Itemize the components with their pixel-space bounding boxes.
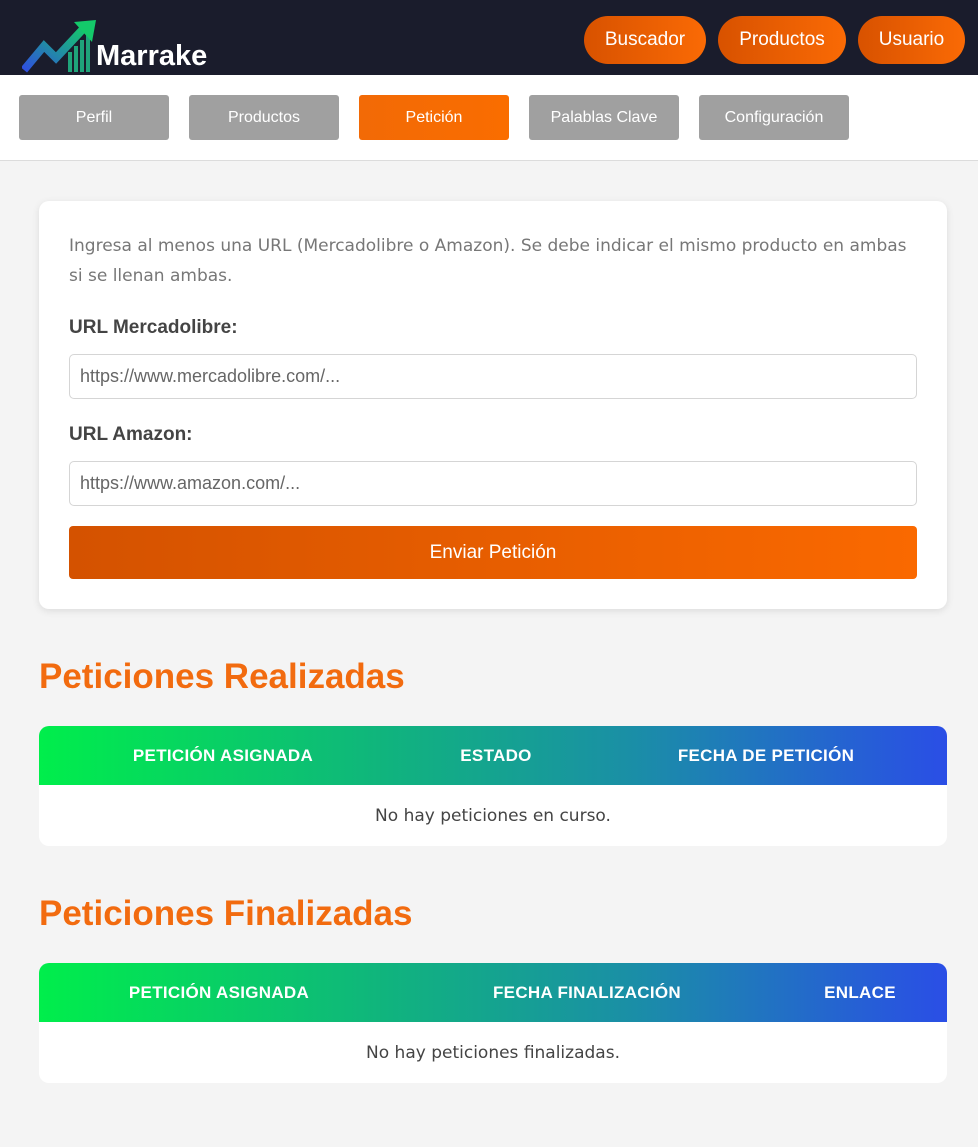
finished-requests-table: PETICIÓN ASIGNADA FECHA FINALIZACIÓN ENL… [39,963,947,1083]
section-tabs: Perfil Productos Petición Palablas Clave… [0,75,978,161]
tab-palabras-clave[interactable]: Palablas Clave [529,95,679,140]
mercadolibre-url-label: URL Mercadolibre: [69,317,238,338]
requests-in-progress-title: Peticiones Realizadas [39,657,405,696]
column-header-fecha-finalizacion: FECHA FINALIZACIÓN [493,982,681,1002]
amazon-url-input[interactable] [69,461,917,506]
requests-in-progress-table: PETICIÓN ASIGNADA ESTADO FECHA DE PETICI… [39,726,947,846]
nav-productos-button[interactable]: Productos [718,16,846,64]
column-header-peticion-asignada: PETICIÓN ASIGNADA [132,745,314,765]
tab-configuracion[interactable]: Configuración [699,95,849,140]
table-header: PETICIÓN ASIGNADA ESTADO FECHA DE PETICI… [39,726,947,785]
brand-name: Marrake [96,40,208,72]
empty-state-message: No hay peticiones finalizadas. [366,1042,620,1063]
column-header-enlace: ENLACE [824,982,896,1002]
tab-perfil[interactable]: Perfil [19,95,169,140]
request-form-card: Ingresa al menos una URL (Mercadolibre o… [39,201,947,609]
column-header-peticion-asignada: PETICIÓN ASIGNADA [128,982,310,1002]
tab-productos[interactable]: Productos [189,95,339,140]
nav-usuario-button[interactable]: Usuario [858,16,965,64]
growth-chart-arrow-icon [22,20,96,73]
column-header-fecha-peticion: FECHA DE PETICIÓN [677,745,855,765]
form-instructions: Ingresa al menos una URL (Mercadolibre o… [69,236,907,286]
amazon-url-label: URL Amazon: [69,424,193,445]
send-request-button[interactable]: Enviar Petición [69,526,917,579]
finished-requests-title: Peticiones Finalizadas [39,894,413,933]
tab-peticion[interactable]: Petición [359,95,509,140]
mercadolibre-url-input[interactable] [69,354,917,399]
column-header-estado: ESTADO [460,745,532,765]
top-header: Marrake Buscador Productos Usuario [0,0,978,75]
table-header: PETICIÓN ASIGNADA FECHA FINALIZACIÓN ENL… [39,963,947,1022]
empty-state-message: No hay peticiones en curso. [375,805,611,826]
nav-buscador-button[interactable]: Buscador [584,16,706,64]
